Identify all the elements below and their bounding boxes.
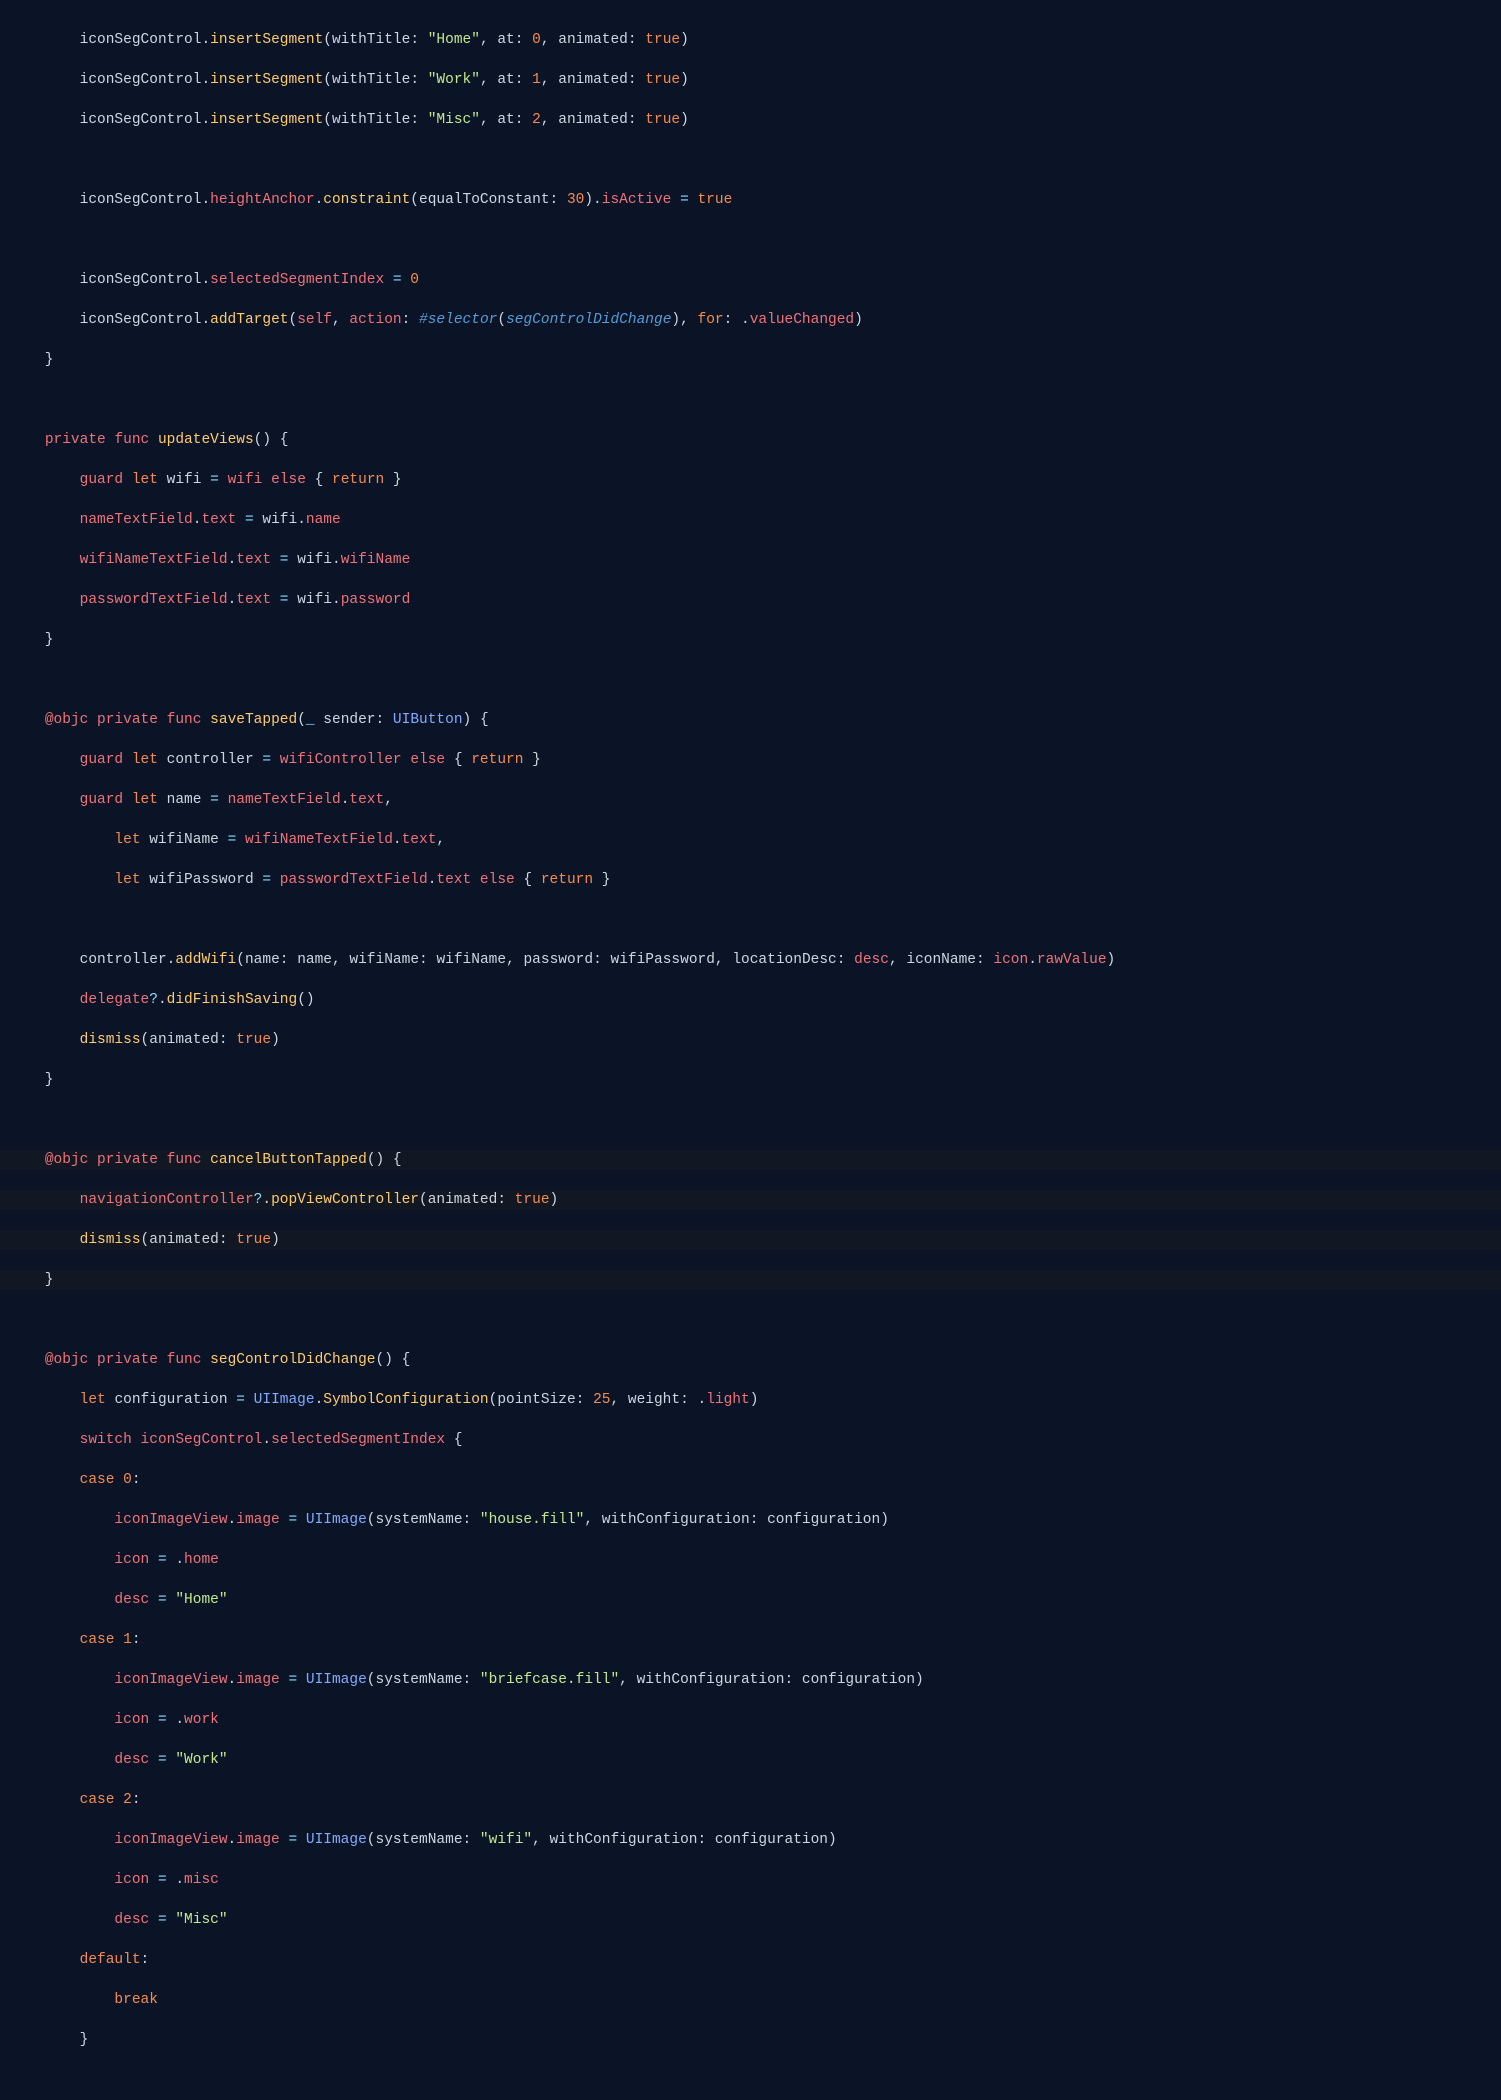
code-line: icon = .home bbox=[0, 1550, 1501, 1570]
code-line bbox=[0, 910, 1501, 930]
code-line: } bbox=[0, 1070, 1501, 1090]
code-line: nameTextField.text = wifi.name bbox=[0, 510, 1501, 530]
code-line: icon = .work bbox=[0, 1710, 1501, 1730]
code-line: iconSegControl.insertSegment(withTitle: … bbox=[0, 30, 1501, 50]
code-line: iconSegControl.insertSegment(withTitle: … bbox=[0, 110, 1501, 130]
code-line: iconSegControl.addTarget(self, action: #… bbox=[0, 310, 1501, 330]
code-line: @objc private func saveTapped(_ sender: … bbox=[0, 710, 1501, 730]
code-line: let wifiPassword = passwordTextField.tex… bbox=[0, 870, 1501, 890]
code-line bbox=[0, 670, 1501, 690]
code-line: default: bbox=[0, 1950, 1501, 1970]
code-line: case 1: bbox=[0, 1630, 1501, 1650]
code-line: guard let name = nameTextField.text, bbox=[0, 790, 1501, 810]
code-line: delegate?.didFinishSaving() bbox=[0, 990, 1501, 1010]
code-line: } bbox=[0, 630, 1501, 650]
code-line: private func updateViews() { bbox=[0, 430, 1501, 450]
code-line: switch iconSegControl.selectedSegmentInd… bbox=[0, 1430, 1501, 1450]
code-line-highlighted: dismiss(animated: true) bbox=[0, 1230, 1501, 1250]
code-line: iconSegControl.selectedSegmentIndex = 0 bbox=[0, 270, 1501, 290]
code-line: guard let wifi = wifi else { return } bbox=[0, 470, 1501, 490]
code-line bbox=[0, 230, 1501, 250]
code-line: case 2: bbox=[0, 1790, 1501, 1810]
code-line bbox=[0, 1110, 1501, 1130]
code-line: dismiss(animated: true) bbox=[0, 1030, 1501, 1050]
code-line: controller.addWifi(name: name, wifiName:… bbox=[0, 950, 1501, 970]
code-line: iconImageView.image = UIImage(systemName… bbox=[0, 1830, 1501, 1850]
code-line: let configuration = UIImage.SymbolConfig… bbox=[0, 1390, 1501, 1410]
code-line: break bbox=[0, 1990, 1501, 2010]
code-line bbox=[0, 150, 1501, 170]
code-line-highlighted: @objc private func cancelButtonTapped() … bbox=[0, 1150, 1501, 1170]
code-line: } bbox=[0, 350, 1501, 370]
code-line: case 0: bbox=[0, 1470, 1501, 1490]
code-line: iconImageView.image = UIImage(systemName… bbox=[0, 1670, 1501, 1690]
code-line: } bbox=[0, 2030, 1501, 2050]
code-line: iconSegControl.insertSegment(withTitle: … bbox=[0, 70, 1501, 90]
code-line: icon = .misc bbox=[0, 1870, 1501, 1890]
code-line bbox=[0, 390, 1501, 410]
code-line: guard let controller = wifiController el… bbox=[0, 750, 1501, 770]
code-line bbox=[0, 1310, 1501, 1330]
code-line: passwordTextField.text = wifi.password bbox=[0, 590, 1501, 610]
code-line-highlighted: navigationController?.popViewController(… bbox=[0, 1190, 1501, 1210]
code-editor[interactable]: iconSegControl.insertSegment(withTitle: … bbox=[0, 0, 1501, 2100]
code-line-highlighted: } bbox=[0, 1270, 1501, 1290]
code-line: desc = "Work" bbox=[0, 1750, 1501, 1770]
code-line: wifiNameTextField.text = wifi.wifiName bbox=[0, 550, 1501, 570]
code-line: desc = "Home" bbox=[0, 1590, 1501, 1610]
code-line: let wifiName = wifiNameTextField.text, bbox=[0, 830, 1501, 850]
code-line: @objc private func segControlDidChange()… bbox=[0, 1350, 1501, 1370]
code-line: iconSegControl.heightAnchor.constraint(e… bbox=[0, 190, 1501, 210]
code-line: desc = "Misc" bbox=[0, 1910, 1501, 1930]
code-line: iconImageView.image = UIImage(systemName… bbox=[0, 1510, 1501, 1530]
